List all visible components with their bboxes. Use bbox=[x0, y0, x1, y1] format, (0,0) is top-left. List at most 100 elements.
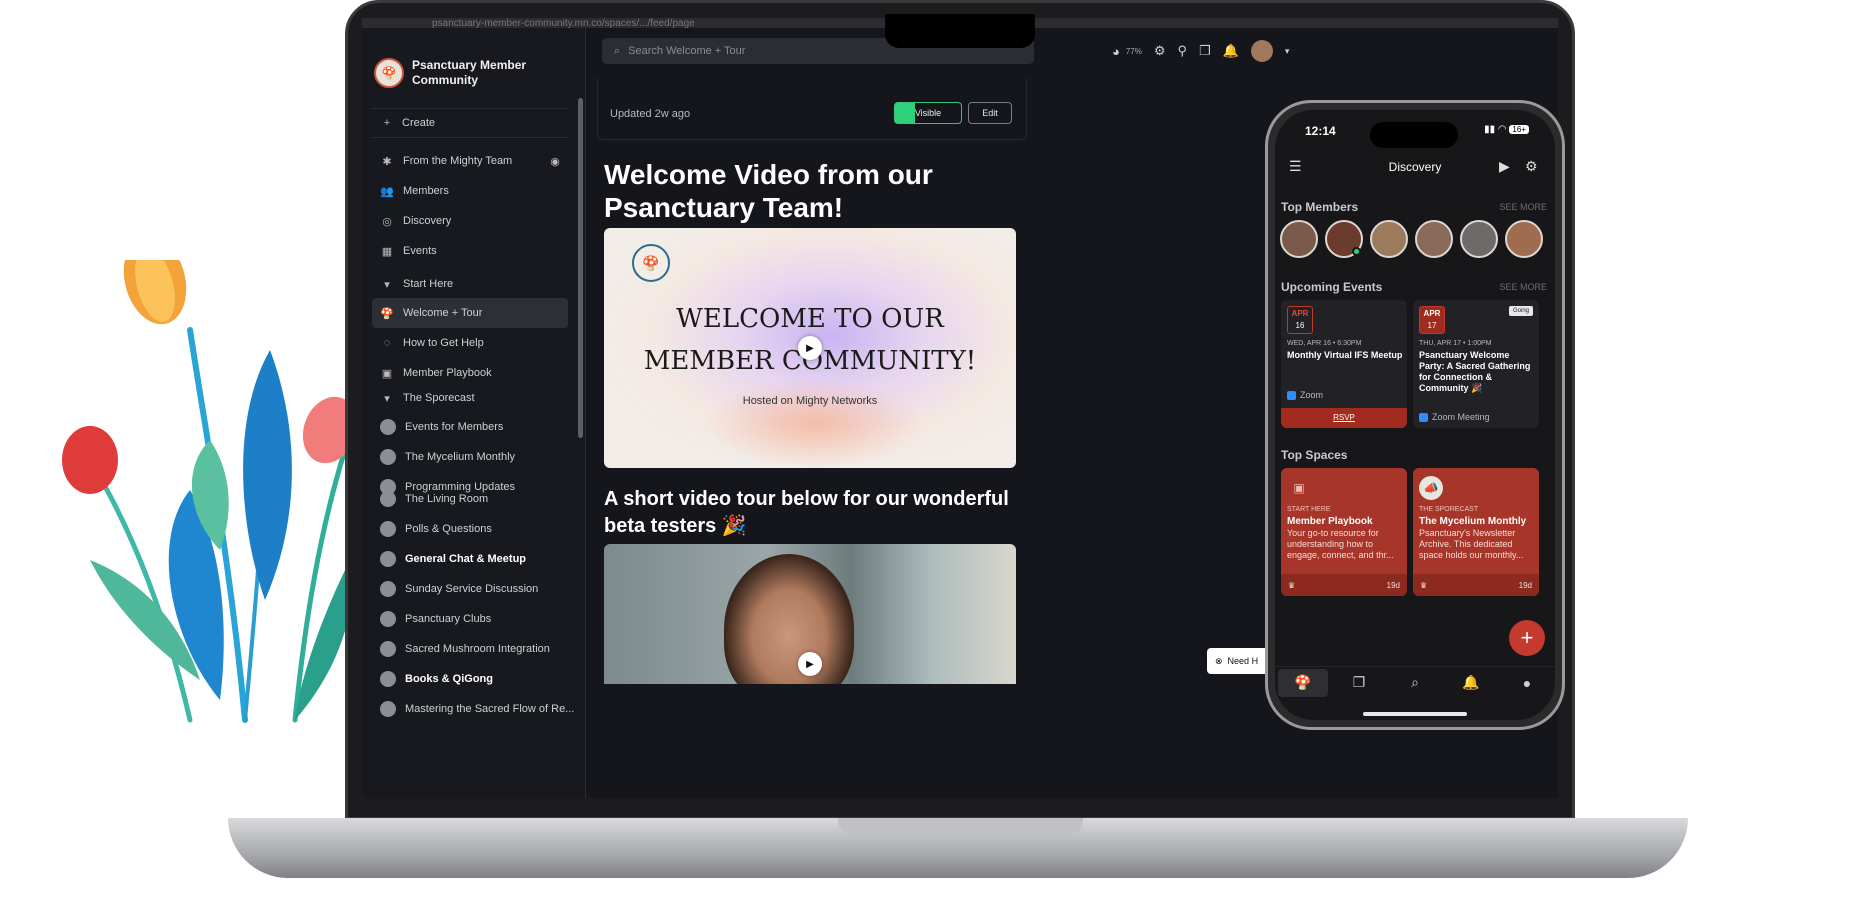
visible-toggle[interactable]: Visible bbox=[894, 102, 962, 124]
tab-chat-icon[interactable]: ❐ bbox=[1334, 669, 1384, 697]
compass-icon: ◎ bbox=[382, 215, 392, 228]
playbook-icon: ▣ bbox=[381, 367, 393, 380]
tab-home-icon[interactable]: 🍄 bbox=[1278, 668, 1328, 697]
zoom-icon bbox=[1419, 412, 1428, 422]
tab-bell-icon[interactable]: 🔔 bbox=[1446, 669, 1496, 697]
going-badge: Going bbox=[1508, 306, 1533, 316]
marketing-stage: psanctuary-member-community.mn.co/spaces… bbox=[0, 0, 1850, 905]
brand-name: Psanctuary Member Community bbox=[412, 58, 527, 87]
sidebar-item-get-help[interactable]: ◌ How to Get Help bbox=[372, 328, 568, 358]
brand-logo-icon: 🍄 bbox=[374, 58, 404, 88]
member-avatar[interactable] bbox=[1415, 220, 1453, 258]
tab-profile-icon[interactable]: ● bbox=[1502, 669, 1552, 697]
member-avatar[interactable] bbox=[1280, 220, 1318, 258]
see-more-members[interactable]: SEE MORE bbox=[1499, 202, 1547, 212]
space-avatar-icon bbox=[380, 419, 396, 435]
settings-icon[interactable]: ⚙ bbox=[1154, 43, 1166, 59]
member-avatar[interactable] bbox=[1505, 220, 1543, 258]
space-avatar-icon bbox=[380, 581, 396, 597]
play-icon[interactable]: ▶ bbox=[798, 336, 822, 360]
sidebar-item-mighty-team[interactable]: ✱ From the Mighty Team ◉ bbox=[372, 146, 568, 176]
sidebar-item-label: Polls & Questions bbox=[405, 523, 492, 535]
search-placeholder: Search Welcome + Tour bbox=[628, 45, 746, 57]
space-avatar-icon bbox=[380, 551, 396, 567]
sidebar-item-events-members[interactable]: Events for Members bbox=[372, 412, 568, 442]
sidebar-item-books-qigong[interactable]: Books & QiGong bbox=[372, 664, 568, 694]
sidebar-item-general-chat[interactable]: General Chat & Meetup bbox=[372, 544, 568, 574]
megaphone-icon: 📣 bbox=[1419, 476, 1443, 500]
member-avatar[interactable] bbox=[1460, 220, 1498, 258]
video-icon[interactable]: ▶ bbox=[1499, 158, 1510, 175]
help-icon: ◌ bbox=[383, 337, 391, 349]
event-day: 17 bbox=[1427, 321, 1437, 330]
sidebar-item-label: Sacred Mushroom Integration bbox=[405, 643, 550, 655]
sidebar-item-mycelium[interactable]: The Mycelium Monthly bbox=[372, 442, 568, 472]
sidebar: 🍄 Psanctuary Member Community + Create ✱… bbox=[362, 28, 586, 798]
space-footer: ♛ 19d bbox=[1413, 574, 1539, 596]
event-location: Zoom bbox=[1287, 390, 1323, 400]
top-members-list bbox=[1280, 220, 1543, 258]
crown-icon: ♛ bbox=[1288, 580, 1296, 590]
tour-video[interactable]: ▶ bbox=[604, 544, 1016, 684]
sidebar-item-welcome-tour[interactable]: 🍄 Welcome + Tour bbox=[372, 298, 568, 328]
sidebar-item-label: How to Get Help bbox=[403, 337, 484, 349]
invite-member-icon[interactable]: ⚲ bbox=[1178, 43, 1188, 59]
sidebar-item-label: The Mycelium Monthly bbox=[405, 451, 516, 463]
member-avatar[interactable] bbox=[1370, 220, 1408, 258]
brand[interactable]: 🍄 Psanctuary Member Community bbox=[374, 58, 542, 88]
eye-icon[interactable]: ◉ bbox=[548, 154, 562, 168]
sidebar-item-clubs[interactable]: Psanctuary Clubs bbox=[372, 604, 568, 634]
member-avatar[interactable] bbox=[1325, 220, 1363, 258]
sidebar-item-sunday-service[interactable]: Sunday Service Discussion bbox=[372, 574, 568, 604]
event-month: APR bbox=[1423, 309, 1441, 318]
battery-level: 16+ bbox=[1509, 125, 1529, 134]
sidebar-item-sacred-flow[interactable]: Mastering the Sacred Flow of Re... bbox=[372, 694, 574, 724]
space-avatar-icon bbox=[380, 449, 396, 465]
phone-time: 12:14 bbox=[1305, 124, 1336, 138]
members-icon: 👥 bbox=[380, 185, 394, 198]
see-more-events[interactable]: SEE MORE bbox=[1499, 282, 1547, 292]
space-avatar-icon bbox=[380, 611, 396, 627]
bell-icon[interactable]: 🔔 bbox=[1223, 43, 1239, 59]
section-label: The Sporecast bbox=[403, 392, 475, 404]
event-date-badge: APR 17 bbox=[1419, 306, 1445, 334]
sidebar-item-polls[interactable]: Polls & Questions bbox=[372, 514, 568, 544]
user-avatar[interactable] bbox=[1250, 40, 1273, 62]
space-avatar-icon bbox=[380, 521, 396, 537]
sidebar-scrollbar[interactable] bbox=[578, 98, 583, 438]
play-icon[interactable]: ▶ bbox=[798, 652, 822, 676]
progress-pie-icon[interactable]: ◕ bbox=[1112, 44, 1120, 59]
chevron-down-icon[interactable]: ▾ bbox=[1285, 46, 1290, 57]
space-card[interactable]: ▣ START HERE Member Playbook Your go-to … bbox=[1281, 468, 1407, 596]
sidebar-item-label: Sunday Service Discussion bbox=[405, 583, 539, 595]
event-card[interactable]: APR 17 Going THU, APR 17 • 1:00PM Psanct… bbox=[1413, 300, 1539, 428]
sidebar-item-label: Mastering the Sacred Flow of Re... bbox=[405, 703, 575, 715]
section-sporecast[interactable]: ▾ The Sporecast bbox=[372, 384, 568, 412]
chat-icon[interactable]: ❐ bbox=[1199, 43, 1211, 59]
sidebar-item-members[interactable]: 👥 Members bbox=[372, 176, 568, 206]
event-title: Monthly Virtual IFS Meetup bbox=[1287, 350, 1403, 360]
gear-icon[interactable]: ⚙ bbox=[1525, 158, 1538, 175]
playbook-icon: ▣ bbox=[1293, 481, 1305, 495]
plus-icon: + bbox=[383, 117, 391, 129]
section-start-here[interactable]: ▾ Start Here bbox=[372, 270, 568, 298]
welcome-video[interactable]: 🍄 WELCOME TO OUR MEMBER COMMUNITY! Hoste… bbox=[604, 228, 1016, 468]
rsvp-button[interactable]: RSVP bbox=[1281, 408, 1407, 428]
sidebar-item-events[interactable]: ▦ Events bbox=[372, 236, 568, 266]
sidebar-item-living-room[interactable]: The Living Room bbox=[372, 484, 568, 514]
zoom-icon bbox=[1287, 390, 1296, 400]
space-card[interactable]: 📣 THE SPORECAST The Mycelium Monthly Psa… bbox=[1413, 468, 1539, 596]
add-button[interactable]: + bbox=[1509, 620, 1545, 656]
space-footer: ♛ 19d bbox=[1281, 574, 1407, 596]
create-button[interactable]: + Create bbox=[372, 108, 568, 138]
sidebar-item-label: From the Mighty Team bbox=[403, 155, 513, 167]
lifebuoy-icon: ⊗ bbox=[1215, 655, 1223, 666]
laptop-lip bbox=[838, 818, 1083, 836]
sidebar-item-discovery[interactable]: ◎ Discovery bbox=[372, 206, 568, 236]
progress-percent: 77% bbox=[1125, 46, 1142, 56]
tab-search-icon[interactable]: ⌕ bbox=[1390, 669, 1440, 697]
event-card[interactable]: APR 16 WED, APR 16 • 6:30PM Monthly Virt… bbox=[1281, 300, 1407, 428]
sidebar-item-mushroom-integration[interactable]: Sacred Mushroom Integration bbox=[372, 634, 568, 664]
crown-icon: ♛ bbox=[1420, 580, 1428, 590]
edit-button[interactable]: Edit bbox=[968, 102, 1012, 124]
